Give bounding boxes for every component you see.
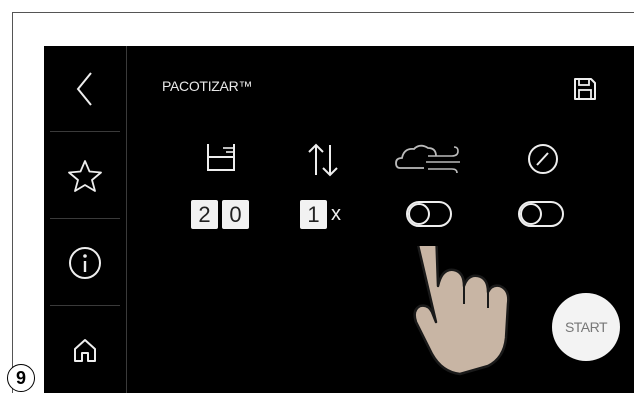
start-button[interactable]: START: [552, 293, 620, 361]
save-icon: [574, 78, 596, 100]
portion-icon: [204, 142, 238, 177]
overrun-air-icon: [394, 142, 464, 181]
portion-digit: 0: [222, 200, 249, 229]
star-icon: [68, 160, 102, 192]
back-button[interactable]: [44, 46, 126, 132]
figure-number-badge: 9: [7, 364, 35, 392]
pressure-toggle[interactable]: [518, 200, 564, 233]
info-button[interactable]: [44, 220, 126, 306]
overrun-toggle[interactable]: [406, 200, 452, 233]
favorites-button[interactable]: [44, 133, 126, 219]
pressure-gauge-icon: [526, 142, 560, 181]
repeat-digit: 1: [300, 200, 327, 229]
frame-left-line: [12, 12, 13, 393]
repeat-value[interactable]: 1x: [300, 200, 341, 229]
frame-top-line: [12, 12, 634, 13]
portion-value[interactable]: 20: [191, 200, 249, 229]
info-icon: [69, 247, 101, 279]
program-title: PACOTIZAR™: [162, 78, 253, 94]
home-icon: [74, 339, 96, 362]
save-button[interactable]: [572, 76, 598, 107]
pointing-hand-icon: [406, 218, 556, 381]
portion-digit: 2: [191, 200, 218, 229]
device-screen: PACOTIZAR™ 2 0 1 x START: [44, 46, 634, 393]
repeat-suffix: x: [331, 203, 341, 225]
repeat-arrows-icon: [306, 142, 340, 183]
back-chevron-icon: [76, 72, 92, 106]
sidebar: [44, 46, 127, 393]
home-button[interactable]: [44, 307, 126, 393]
